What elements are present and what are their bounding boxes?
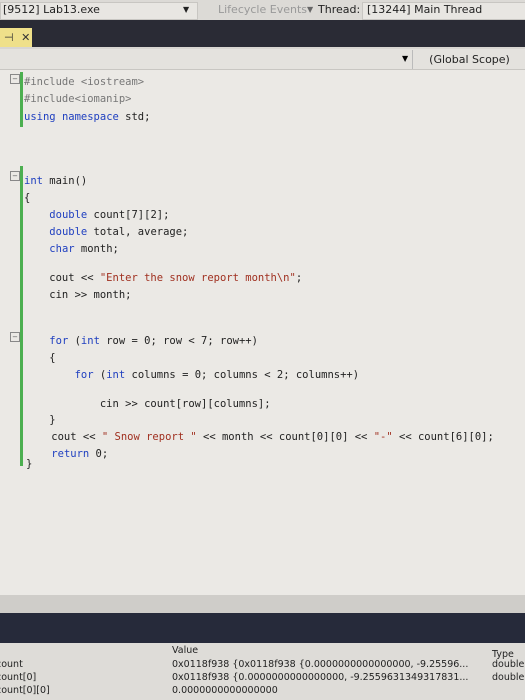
code-line: int main() xyxy=(24,175,88,187)
code-line: using namespace std; xyxy=(24,111,151,123)
panel-divider xyxy=(0,613,525,643)
scope-dropdown[interactable]: (Global Scope) xyxy=(412,50,525,69)
code-line: cout << " Snow report " << month << coun… xyxy=(26,431,494,443)
pin-icon[interactable]: ⊣ xyxy=(4,31,14,44)
value-column-header[interactable]: Value xyxy=(172,645,198,656)
code-line: #include <iostream> xyxy=(24,76,145,88)
code-line: { xyxy=(24,192,31,204)
watch-type[interactable]: double xyxy=(492,659,524,670)
code-line: double total, average; xyxy=(49,226,189,238)
change-marker xyxy=(20,72,23,127)
code-line: #include<iomanip> xyxy=(24,93,132,105)
watch-type[interactable]: double xyxy=(492,672,524,683)
tab-strip xyxy=(0,20,525,47)
code-line: for (int columns = 0; columns < 2; colum… xyxy=(74,369,360,381)
collapse-icon[interactable]: − xyxy=(10,332,20,342)
thread-value: [13244] Main Thread xyxy=(367,3,483,16)
watch-value[interactable]: 0x0118f938 {0x0118f938 {0.00000000000000… xyxy=(172,659,468,670)
change-marker xyxy=(20,166,23,466)
watch-name[interactable]: count xyxy=(0,659,23,670)
document-tab[interactable]: ⊣ ✕ xyxy=(0,28,32,47)
debug-toolbar: [9512] Lab13.exe ▼ Lifecycle Events ▼ Th… xyxy=(0,0,525,20)
watch-name[interactable]: count[0][0] xyxy=(0,685,50,696)
collapse-icon[interactable]: − xyxy=(10,171,20,181)
lifecycle-events-button[interactable]: Lifecycle Events xyxy=(218,3,307,16)
code-line: return 0; xyxy=(51,448,109,460)
code-line: double count[7][2]; xyxy=(49,209,170,221)
watch-value[interactable]: 0x0118f938 {0.0000000000000000, -9.25596… xyxy=(172,672,468,683)
code-line: } xyxy=(26,458,33,470)
code-line: for (int row = 0; row < 7; row++) xyxy=(49,335,258,347)
watch-panel: Value Type count0x0118f938 {0x0118f938 {… xyxy=(0,643,525,700)
horizontal-scrollbar[interactable] xyxy=(0,595,525,613)
code-line: char month; xyxy=(49,243,119,255)
close-icon[interactable]: ✕ xyxy=(21,31,30,44)
code-line: { xyxy=(24,352,56,364)
code-line: } xyxy=(24,414,56,426)
chevron-down-icon[interactable]: ▼ xyxy=(183,5,189,14)
watch-name[interactable]: count[0] xyxy=(0,672,36,683)
collapse-icon[interactable]: − xyxy=(10,74,20,84)
chevron-down-icon[interactable]: ▼ xyxy=(307,5,313,14)
code-line: cout << "Enter the snow report month\n"; xyxy=(24,272,303,284)
process-label: [9512] Lab13.exe xyxy=(3,3,100,16)
code-line: cin >> month; xyxy=(24,289,132,301)
thread-label: Thread: xyxy=(318,3,361,16)
code-editor[interactable]: − − − xyxy=(0,70,525,595)
watch-value[interactable]: 0.0000000000000000 xyxy=(172,685,278,696)
code-line: cin >> count[row][columns]; xyxy=(24,398,271,410)
chevron-down-icon[interactable]: ▼ xyxy=(402,54,408,63)
